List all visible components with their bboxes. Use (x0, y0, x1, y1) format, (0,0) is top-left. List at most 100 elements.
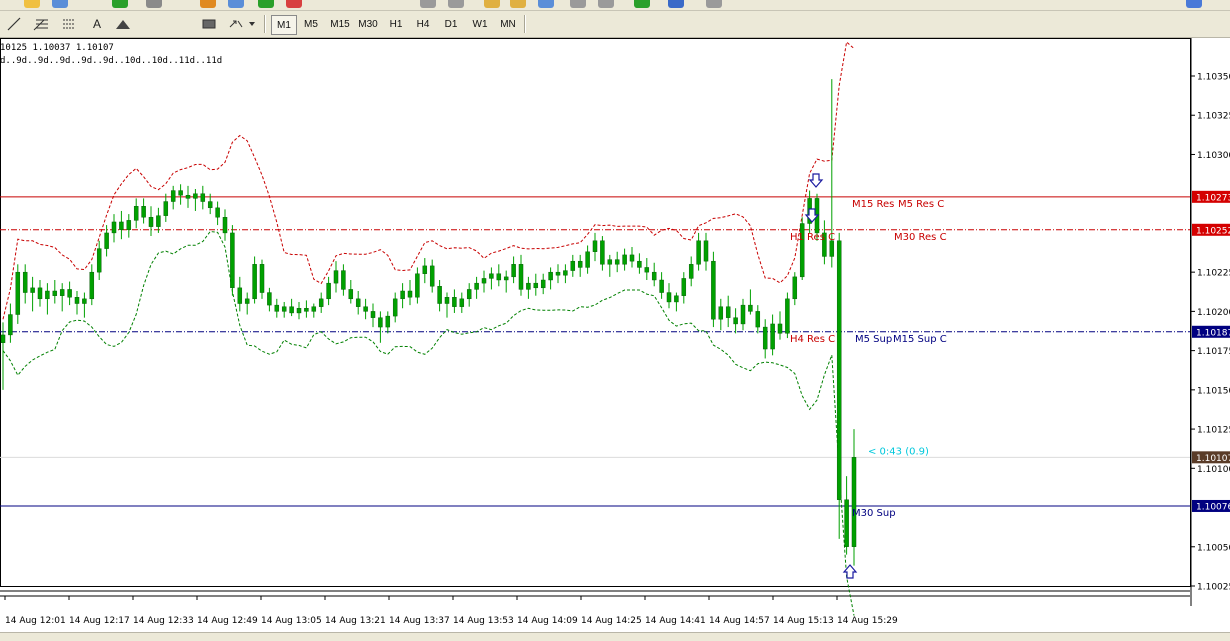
timeframe-h1-button[interactable]: H1 (384, 15, 408, 33)
candle-body (59, 289, 65, 296)
candle-body (770, 323, 775, 350)
candle-body (119, 221, 124, 230)
chart-type-icon[interactable] (228, 0, 244, 8)
candle-body (681, 278, 687, 296)
price-chart[interactable]: M15 Res M5 Res C H1 Res C M30 Res C H4 Res C… (0, 38, 1230, 632)
expert-icon[interactable] (200, 0, 216, 8)
candle-body (503, 276, 509, 281)
candle-body (230, 232, 235, 289)
drawing-toolbar: A M1 M5 M15 M30 H1 H4 D1 W1 MN (0, 11, 1230, 38)
fibonacci-tool-icon[interactable] (30, 14, 52, 34)
timeframe-h4-button[interactable]: H4 (410, 15, 436, 33)
sell-arrow-icon (808, 173, 824, 188)
candle-body (207, 201, 213, 209)
candle-body (185, 195, 191, 199)
level-label-4: H4 Res C (790, 334, 835, 345)
template-icon[interactable] (484, 0, 500, 8)
candle-body (511, 264, 516, 278)
candle-body (637, 260, 642, 268)
candle-body (629, 254, 635, 262)
zoom-in-icon[interactable] (510, 0, 526, 8)
close-red-icon[interactable] (286, 0, 302, 8)
candle-body (725, 306, 731, 318)
refresh-icon[interactable] (258, 0, 274, 8)
y-tick-label: 1.10225 (1197, 269, 1230, 279)
autotrading-icon[interactable] (668, 0, 684, 8)
candle-body (289, 306, 294, 314)
candle-body (222, 217, 228, 234)
price-tag-label-3: 1.10107 (1196, 454, 1230, 464)
candle-body (422, 265, 428, 274)
upper-band-line (2, 41, 855, 320)
candle-timer-label: < 0:43 (0.9) (868, 446, 929, 457)
candle-body (67, 289, 72, 298)
candle-body (304, 308, 309, 312)
candle-body (82, 298, 87, 304)
candle-body (385, 315, 391, 328)
candle-body (777, 323, 783, 334)
arrow-up-tool-icon[interactable] (112, 14, 134, 34)
y-tick-label: 1.10200 (1197, 308, 1230, 318)
text-tool-icon[interactable]: A (88, 14, 106, 34)
top-toolbar-strip (0, 0, 1230, 11)
timeframe-m30-button[interactable]: M30 (354, 15, 382, 33)
new-chart-icon[interactable] (24, 0, 40, 8)
options-icon[interactable] (706, 0, 722, 8)
timeframe-mn-button[interactable]: MN (494, 15, 522, 33)
candle-body (703, 240, 709, 262)
candle-body (585, 251, 590, 268)
toolbar-separator-end (524, 15, 526, 33)
x-tick-label: 14 Aug 14:09 (517, 616, 578, 626)
pin-icon[interactable] (1186, 0, 1202, 8)
crosshair-icon[interactable] (146, 0, 162, 8)
x-tick-label: 14 Aug 13:05 (261, 616, 322, 626)
tile-icon[interactable] (538, 0, 554, 8)
level-label-7: M30 Sup (852, 508, 896, 519)
candle-body (215, 207, 220, 218)
x-tick-label: 14 Aug 12:01 (5, 616, 66, 626)
candle-body (466, 289, 472, 300)
candle-body (614, 259, 620, 265)
timeframe-m5-button[interactable]: M5 (298, 15, 324, 33)
timeframe-d1-button[interactable]: D1 (438, 15, 464, 33)
timeframe-m15-button[interactable]: M15 (326, 15, 354, 33)
level-label-2: H1 Res C (790, 232, 835, 243)
x-tick-label: 14 Aug 13:37 (389, 616, 450, 626)
candle-body (733, 317, 738, 325)
timeframe-m1-button[interactable]: M1 (271, 15, 297, 35)
plot-border (0, 38, 1191, 587)
candle-body (548, 271, 553, 281)
line-tool-icon[interactable] (4, 14, 24, 34)
timeframe-w1-button[interactable]: W1 (466, 15, 494, 33)
period-icon[interactable] (448, 0, 464, 8)
candle-body (104, 232, 109, 249)
candle-body (22, 271, 28, 293)
candle-body (836, 240, 842, 500)
candle-body (96, 248, 102, 273)
x-tick-label: 14 Aug 14:25 (581, 616, 642, 626)
rectangle-tool-icon[interactable] (198, 14, 220, 34)
channel-tool-icon[interactable] (58, 14, 80, 34)
candle-body (429, 265, 435, 287)
new-order-icon[interactable] (634, 0, 650, 8)
shift-icon[interactable] (598, 0, 614, 8)
grid-icon[interactable] (420, 0, 436, 8)
add-indicator-icon[interactable] (112, 0, 128, 8)
candle-body (666, 292, 672, 303)
candle-body (533, 282, 539, 289)
autoscroll-icon[interactable] (570, 0, 586, 8)
candle-body (540, 279, 546, 289)
arrows-menu-icon[interactable] (226, 14, 258, 34)
candle-body (570, 260, 576, 271)
candle-body (526, 282, 531, 290)
x-tick-label: 14 Aug 15:13 (773, 616, 834, 626)
candle-body (600, 240, 605, 265)
candle-body (592, 240, 598, 252)
x-tick-label: 14 Aug 12:49 (197, 616, 258, 626)
zoom-icon[interactable] (52, 0, 68, 8)
candle-body (829, 240, 835, 257)
level-label-5: M5 Sup (855, 334, 892, 345)
candle-body (111, 221, 117, 234)
candle-body (37, 287, 43, 300)
chart-canvas[interactable]: M15 Res M5 Res C H1 Res C M30 Res C H4 Res C… (0, 38, 1230, 632)
